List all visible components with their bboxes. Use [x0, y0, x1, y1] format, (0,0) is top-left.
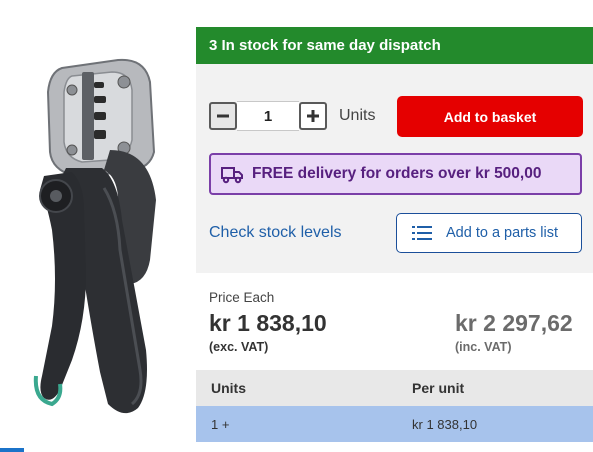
tier-units-cell: 1 + [211, 417, 230, 432]
plus-icon [307, 110, 319, 122]
units-column-header: Units [211, 380, 246, 396]
units-label: Units [339, 107, 376, 124]
price-section: Price Each kr 1 838,10 (exc. VAT) kr 2 2… [196, 273, 593, 370]
check-stock-levels-link[interactable]: Check stock levels [209, 224, 342, 242]
increase-quantity-button[interactable] [299, 102, 327, 130]
list-icon [412, 226, 432, 240]
price-each-label: Price Each [209, 290, 275, 305]
minus-icon [217, 114, 229, 118]
purchase-panel: Units Add to basket FREE delivery for or… [196, 64, 593, 273]
tier-price-cell: kr 1 838,10 [412, 417, 478, 432]
stock-status-banner: 3 In stock for same day dispatch [196, 27, 593, 64]
quantity-stepper: Units [209, 101, 375, 131]
corner-accent-mark [0, 448, 24, 452]
add-to-parts-list-button[interactable]: Add to a parts list [396, 213, 582, 253]
add-to-basket-button[interactable]: Add to basket [397, 96, 583, 137]
price-inc-vat: kr 2 297,62 [455, 310, 573, 336]
price-exc-vat: kr 1 838,10 [209, 310, 327, 336]
crimping-pliers-image [0, 0, 196, 452]
exc-vat-note: (exc. VAT) [209, 340, 269, 354]
free-delivery-banner: FREE delivery for orders over kr 500,00 [209, 153, 582, 195]
free-delivery-text: FREE delivery for orders over kr 500,00 [252, 165, 542, 182]
inc-vat-note: (inc. VAT) [455, 340, 512, 354]
table-row: 1 + kr 1 838,10 [196, 406, 593, 442]
parts-list-label: Add to a parts list [446, 225, 559, 241]
stock-status-text: 3 In stock for same day dispatch [209, 37, 441, 54]
price-tier-header: Units Per unit [196, 370, 593, 406]
delivery-van-icon [221, 167, 243, 184]
quantity-input[interactable] [237, 101, 299, 131]
per-unit-column-header: Per unit [412, 380, 465, 396]
decrease-quantity-button[interactable] [209, 102, 237, 130]
